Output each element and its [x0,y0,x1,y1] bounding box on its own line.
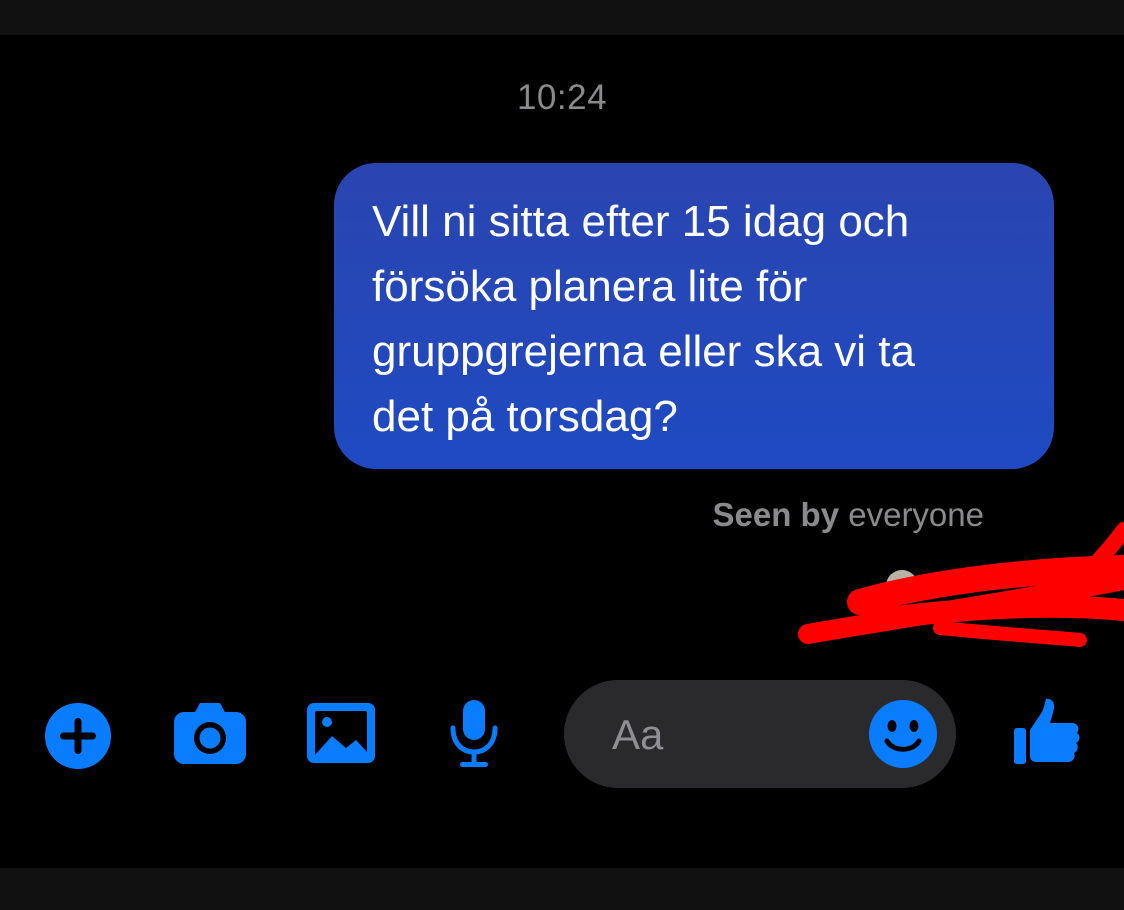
message-input[interactable] [610,708,854,762]
camera-icon[interactable] [172,700,248,766]
sent-message-bubble[interactable]: Vill ni sitta efter 15 idag och försöka … [334,163,1054,469]
message-composer[interactable] [564,680,956,788]
thumbs-up-icon[interactable] [1010,696,1082,768]
redaction-scribble [798,522,1124,647]
plus-circle-icon[interactable] [44,702,112,770]
message-line: Vill ni sitta efter 15 idag och [372,197,910,246]
message-line: försöka planera lite för [372,262,808,311]
top-bar [0,0,1124,35]
smiley-icon[interactable] [868,699,938,769]
message-line: det på torsdag? [372,392,678,441]
message-timestamp: 10:24 [516,78,608,117]
microphone-icon[interactable] [446,698,502,770]
bottom-bar [0,868,1124,910]
photo-icon[interactable] [306,702,376,764]
message-line: gruppgrejerna eller ska vi ta [372,327,915,376]
